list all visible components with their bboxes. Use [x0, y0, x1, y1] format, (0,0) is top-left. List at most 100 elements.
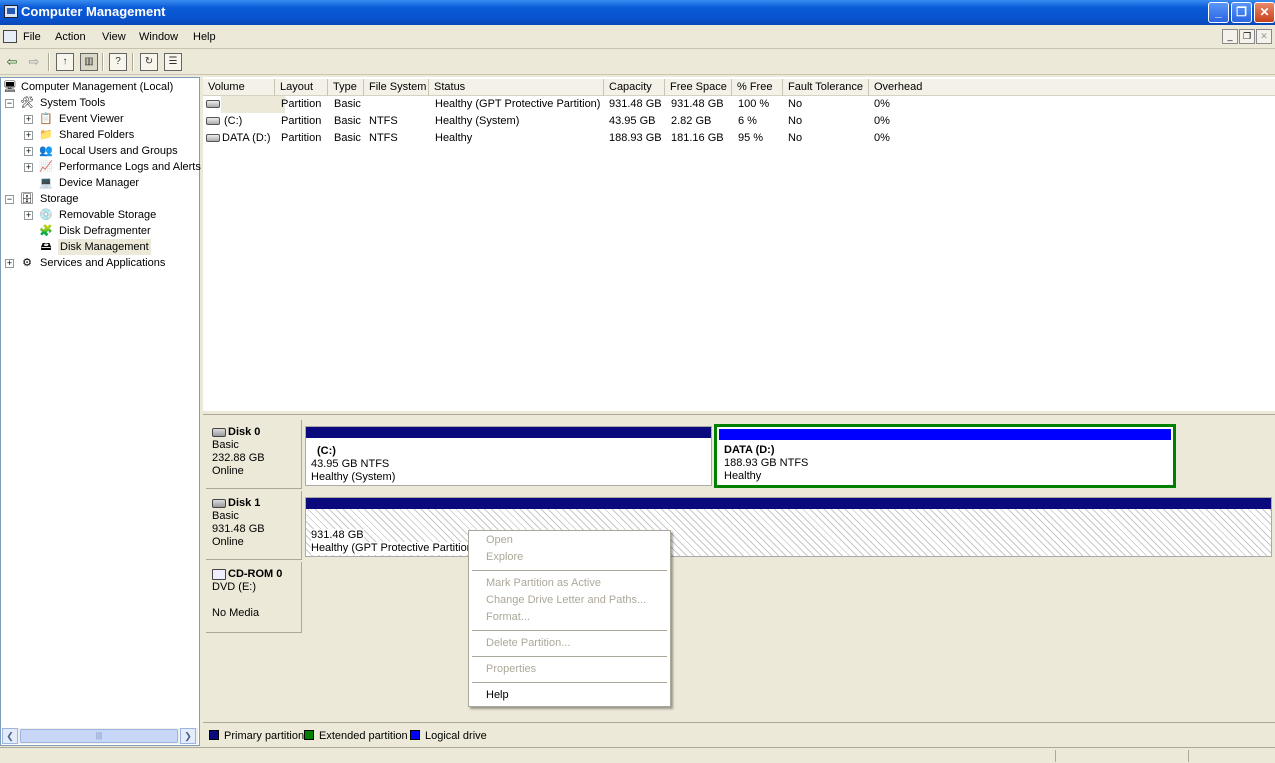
legend-swatch [209, 730, 219, 740]
partition-c[interactable]: (C:) 43.95 GB NTFS Healthy (System) [305, 426, 712, 486]
menu-item-explore[interactable]: Explore [486, 551, 523, 563]
removable-storage-icon: 💿 [39, 209, 53, 221]
tree-item-performance-logs[interactable]: Performance Logs and Alerts [59, 159, 201, 175]
menu-help[interactable]: Help [193, 31, 216, 43]
column-header-layout[interactable]: Layout [275, 79, 328, 96]
type-cell: Basic [334, 132, 361, 144]
tree-item-computer-management[interactable]: Computer Management (Local) [21, 79, 173, 95]
menu-window[interactable]: Window [139, 31, 178, 43]
collapse-icon[interactable]: − [5, 195, 14, 204]
storage-icon: 🗄 [20, 193, 34, 205]
menu-item-delete-partition[interactable]: Delete Partition... [486, 637, 570, 649]
table-row[interactable]: (C:) Partition Basic NTFS Healthy (Syste… [203, 113, 1275, 130]
disk-size: 232.88 GB [212, 452, 265, 464]
column-header-type[interactable]: Type [328, 79, 364, 96]
disk-1-info[interactable]: Disk 1 Basic 931.48 GB Online [206, 491, 302, 560]
tree-item-device-manager[interactable]: Device Manager [59, 175, 139, 191]
type-cell: Basic [334, 115, 361, 127]
table-row[interactable]: DATA (D:) Partition Basic NTFS Healthy 1… [203, 130, 1275, 147]
free-space-cell: 2.82 GB [671, 115, 712, 127]
expand-icon[interactable]: + [5, 259, 14, 268]
tree-item-system-tools[interactable]: System Tools [40, 95, 105, 111]
column-header-status[interactable]: Status [429, 79, 604, 96]
fault-tolerance-cell: No [788, 98, 803, 110]
cdrom-0-info[interactable]: CD-ROM 0 DVD (E:) No Media [206, 562, 302, 633]
restore-button[interactable]: ❐ [1231, 2, 1252, 23]
menu-bar: File Action View Window Help _ ❐ ✕ [0, 25, 1275, 49]
percent-free-cell: 6 % [738, 115, 757, 127]
legend-label: Primary partition [224, 730, 305, 742]
system-menu-icon[interactable] [3, 30, 17, 43]
expand-icon[interactable]: + [24, 115, 33, 124]
services-icon: ⚙ [22, 257, 32, 269]
minimize-button[interactable]: _ [1208, 2, 1229, 23]
column-header-capacity[interactable]: Capacity [604, 79, 665, 96]
scrollbar-thumb[interactable]: ||| [20, 729, 178, 743]
expand-icon[interactable]: + [24, 211, 33, 220]
tree-item-disk-management[interactable]: Disk Management [58, 239, 151, 255]
toolbar-separator [48, 53, 50, 71]
disk-0-info[interactable]: Disk 0 Basic 232.88 GB Online [206, 420, 302, 489]
tree-horizontal-scrollbar[interactable]: ❮ ||| ❯ [2, 728, 198, 744]
tree-item-local-users-and-groups[interactable]: Local Users and Groups [59, 143, 178, 159]
menu-item-help[interactable]: Help [486, 689, 509, 701]
menu-item-mark-partition-active[interactable]: Mark Partition as Active [486, 577, 601, 589]
percent-free-cell: 100 % [738, 98, 770, 110]
status-cell: Healthy (System) [435, 115, 520, 127]
console-tree: 🖥 Computer Management (Local) − 🛠 System… [0, 77, 201, 746]
partition-d[interactable]: DATA (D:) 188.93 GB NTFS Healthy [714, 424, 1176, 488]
close-button[interactable]: ✕ [1254, 2, 1275, 23]
column-header-volume[interactable]: Volume [203, 79, 275, 96]
free-space-cell: 181.16 GB [671, 132, 724, 144]
status-bar [0, 747, 1275, 763]
menu-item-change-drive-letter[interactable]: Change Drive Letter and Paths... [486, 594, 646, 606]
partition-status: Healthy (GPT Protective Partition) [311, 542, 477, 555]
expand-icon[interactable]: + [24, 131, 33, 140]
partition-status: Healthy (System) [311, 471, 396, 483]
help-icon[interactable]: ? [109, 53, 127, 71]
menu-separator [472, 656, 667, 657]
tree-item-storage[interactable]: Storage [40, 191, 79, 207]
scroll-left-arrow-icon[interactable]: ❮ [2, 728, 18, 744]
menu-view[interactable]: View [102, 31, 126, 43]
legend-item-extended: Extended partition [304, 730, 408, 742]
mdi-restore-button[interactable]: ❐ [1239, 29, 1255, 44]
menu-item-open[interactable]: Open [486, 534, 513, 546]
context-menu: Open Explore Mark Partition as Active Ch… [468, 530, 671, 707]
expand-icon[interactable]: + [24, 163, 33, 172]
legend-swatch [304, 730, 314, 740]
menu-file[interactable]: File [23, 31, 41, 43]
mdi-close-button[interactable]: ✕ [1256, 29, 1272, 44]
tree-item-event-viewer[interactable]: Event Viewer [59, 111, 124, 127]
column-header-file-system[interactable]: File System [364, 79, 429, 96]
file-system-cell [364, 96, 369, 113]
column-header-free-space[interactable]: Free Space [665, 79, 732, 96]
tree-item-services-and-applications[interactable]: Services and Applications [40, 255, 165, 271]
menu-action[interactable]: Action [55, 31, 86, 43]
scroll-right-arrow-icon[interactable]: ❯ [180, 728, 196, 744]
refresh-icon[interactable]: ↻ [140, 53, 158, 71]
column-header-percent-free[interactable]: % Free [732, 79, 783, 96]
menu-item-format[interactable]: Format... [486, 611, 530, 623]
column-header-overhead[interactable]: Overhead [869, 79, 1275, 96]
table-row[interactable]: Partition Basic Healthy (GPT Protective … [203, 96, 1275, 113]
show-hide-tree-icon[interactable]: ▥ [80, 53, 98, 71]
file-system-cell: NTFS [369, 132, 398, 144]
disk-graphical-view: Disk 0 Basic 232.88 GB Online (C:) 43.95… [203, 415, 1275, 722]
expand-icon[interactable]: + [24, 147, 33, 156]
tree-item-shared-folders[interactable]: Shared Folders [59, 127, 134, 143]
back-arrow-icon[interactable]: ⇦ [3, 53, 21, 71]
collapse-icon[interactable]: − [5, 99, 14, 108]
mdi-minimize-button[interactable]: _ [1222, 29, 1238, 44]
layout-cell: Partition [281, 115, 322, 127]
properties-icon[interactable]: ☰ [164, 53, 182, 71]
legend-label: Extended partition [319, 730, 408, 742]
forward-arrow-icon[interactable]: ⇨ [25, 53, 43, 71]
up-folder-icon[interactable]: ↑ [56, 53, 74, 71]
volume-cell: (C:) [224, 115, 243, 127]
tree-item-removable-storage[interactable]: Removable Storage [59, 207, 156, 223]
column-header-fault-tolerance[interactable]: Fault Tolerance [783, 79, 869, 96]
partition-gpt-protective[interactable]: 931.48 GB Healthy (GPT Protective Partit… [305, 497, 1272, 557]
tree-item-disk-defragmenter[interactable]: Disk Defragmenter [59, 223, 151, 239]
menu-item-properties[interactable]: Properties [486, 663, 536, 675]
